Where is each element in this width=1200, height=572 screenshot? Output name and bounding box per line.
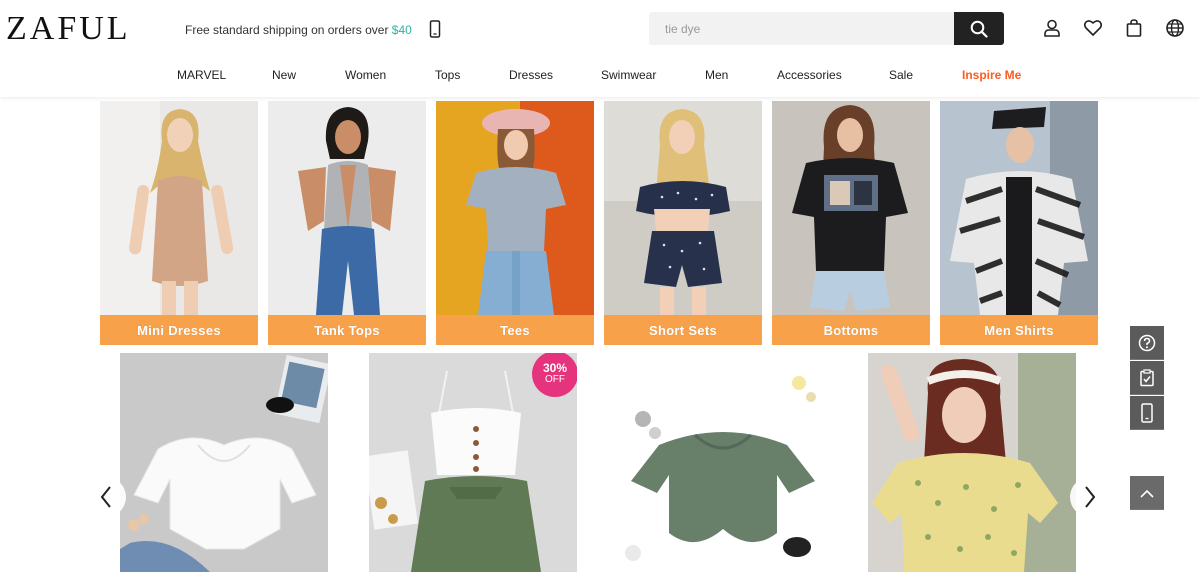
product-image [619, 353, 827, 572]
nav-item-men[interactable]: Men [705, 66, 728, 84]
product-card-cami-set[interactable]: 30% OFF [369, 353, 577, 572]
category-photo [268, 101, 426, 315]
back-to-top-button[interactable] [1130, 476, 1164, 510]
category-label-bar: Men Shirts [940, 315, 1098, 345]
category-label-bar: Tank Tops [268, 315, 426, 345]
category-tile-tees[interactable]: Tees [436, 101, 594, 345]
category-photo [436, 101, 594, 315]
site-header: ZAFUL Free standard shipping on orders o… [0, 0, 1200, 97]
checklist-icon [1140, 368, 1154, 386]
category-photo [940, 101, 1098, 315]
phone-icon[interactable] [429, 20, 441, 38]
category-label-bar: Short Sets [604, 315, 762, 345]
category-tile-tank-tops[interactable]: Tank Tops [268, 101, 426, 345]
main-nav: MARVEL New Women Tops Dresses Swimwear M… [0, 66, 1200, 86]
nav-item-women[interactable]: Women [345, 66, 386, 84]
checklist-button[interactable] [1130, 361, 1164, 395]
category-tile-mini-dresses[interactable]: Mini Dresses [100, 101, 258, 345]
category-label-bar: Mini Dresses [100, 315, 258, 345]
category-tile-bottoms[interactable]: Bottoms [772, 101, 930, 345]
category-photo [100, 101, 258, 315]
category-label: Mini Dresses [137, 322, 221, 338]
nav-item-accessories[interactable]: Accessories [777, 66, 842, 84]
category-tiles: Mini Dresses Tank Tops Tees Short Sets B… [100, 101, 1098, 345]
carousel-next-button[interactable] [1070, 477, 1110, 517]
nav-item-sale[interactable]: Sale [889, 66, 913, 84]
category-label: Short Sets [648, 322, 717, 338]
category-tile-men-shirts[interactable]: Men Shirts [940, 101, 1098, 345]
heart-icon[interactable] [1083, 18, 1103, 38]
promo-text: Free standard shipping on orders over [185, 23, 392, 37]
nav-item-swimwear[interactable]: Swimwear [601, 66, 656, 84]
category-label: Tees [500, 322, 530, 338]
search-input[interactable] [649, 12, 955, 45]
back-to-top-icon [1140, 489, 1154, 498]
shipping-promo[interactable]: Free standard shipping on orders over $4… [185, 22, 412, 38]
category-label-bar: Tees [436, 315, 594, 345]
bag-icon[interactable] [1124, 18, 1144, 38]
search-box [649, 12, 955, 45]
nav-item-dresses[interactable]: Dresses [509, 66, 553, 84]
mobile-app-button[interactable] [1130, 396, 1164, 430]
carousel-prev-button[interactable] [86, 477, 126, 517]
search-icon [970, 20, 988, 38]
product-card-olive-tee[interactable] [619, 353, 827, 572]
mobile-icon [1141, 402, 1153, 423]
category-photo [772, 101, 930, 315]
category-label: Men Shirts [984, 322, 1054, 338]
product-card-floral-blouse[interactable] [868, 353, 1076, 572]
nav-item-new[interactable]: New [272, 66, 296, 84]
promo-amount: $40 [391, 23, 412, 37]
discount-off-label: OFF [545, 374, 565, 385]
product-card-white-blouse[interactable] [120, 353, 328, 572]
chevron-right-icon [1085, 486, 1096, 508]
category-label: Bottoms [823, 322, 879, 338]
category-label-bar: Bottoms [772, 315, 930, 345]
search-button[interactable] [954, 12, 1004, 45]
globe-icon[interactable] [1165, 18, 1185, 38]
chevron-left-icon [100, 486, 111, 508]
nav-item-marvel[interactable]: MARVEL [177, 66, 226, 84]
product-image [868, 353, 1076, 572]
category-photo [604, 101, 762, 315]
nav-item-inspire-me[interactable]: Inspire Me [962, 66, 1021, 84]
discount-percent: 30% [542, 361, 568, 375]
product-image [120, 353, 328, 572]
category-label: Tank Tops [314, 322, 380, 338]
discount-badge: 30% OFF [532, 353, 577, 397]
category-tile-short-sets[interactable]: Short Sets [604, 101, 762, 345]
nav-item-tops[interactable]: Tops [435, 66, 460, 84]
user-icon[interactable] [1042, 18, 1062, 38]
product-carousel: 30% OFF [86, 353, 1110, 572]
help-icon [1138, 334, 1156, 351]
help-button[interactable] [1130, 326, 1164, 360]
zaful-logo[interactable]: ZAFUL [6, 11, 131, 47]
